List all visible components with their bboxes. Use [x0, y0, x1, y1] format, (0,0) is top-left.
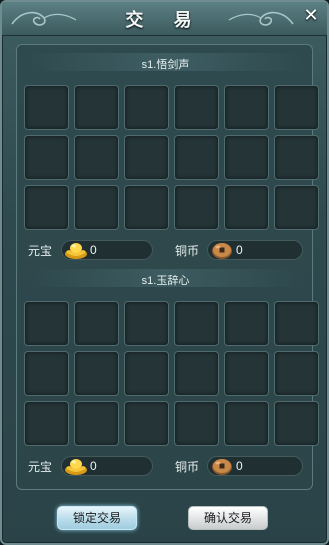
player2-copper-value: 0	[236, 459, 243, 473]
item-slot[interactable]	[224, 301, 269, 346]
item-slot[interactable]	[24, 135, 69, 180]
confirm-trade-button[interactable]: 确认交易	[188, 506, 268, 530]
player2-currency-row: 元宝 0 铜币 0	[17, 455, 314, 477]
item-slot[interactable]	[224, 135, 269, 180]
item-slot[interactable]	[74, 185, 119, 230]
item-slot[interactable]	[74, 351, 119, 396]
item-slot[interactable]	[124, 301, 169, 346]
player1-name: s1.悟剑声	[141, 59, 190, 71]
item-slot[interactable]	[74, 301, 119, 346]
yuanbao-ingot-icon	[65, 243, 87, 259]
item-slot[interactable]	[74, 401, 119, 446]
item-slot[interactable]	[24, 185, 69, 230]
gold-label: 元宝	[28, 460, 53, 474]
item-slot[interactable]	[124, 401, 169, 446]
copper-label: 铜币	[175, 460, 200, 474]
player1-item-grid	[24, 85, 319, 233]
item-slot[interactable]	[274, 185, 319, 230]
player1-gold-value: 0	[90, 243, 97, 257]
item-slot[interactable]	[74, 135, 119, 180]
copper-coin-icon	[212, 459, 232, 475]
item-slot[interactable]	[274, 401, 319, 446]
title-bar[interactable]: 交 易 ✕	[2, 2, 327, 36]
item-slot[interactable]	[224, 351, 269, 396]
item-slot[interactable]	[24, 301, 69, 346]
item-slot[interactable]	[74, 85, 119, 130]
copper-label: 铜币	[175, 244, 200, 258]
copper-coin-icon	[212, 243, 232, 259]
item-slot[interactable]	[224, 185, 269, 230]
item-slot[interactable]	[274, 351, 319, 396]
player1-gold-field[interactable]: 0	[61, 240, 153, 260]
player2-name: s1.玉辞心	[141, 275, 190, 287]
gold-label: 元宝	[28, 244, 53, 258]
item-slot[interactable]	[24, 85, 69, 130]
lock-trade-button[interactable]: 锁定交易	[57, 506, 137, 530]
player2-item-grid	[24, 301, 319, 449]
player2-gold-value: 0	[90, 459, 97, 473]
player2-gold-field[interactable]: 0	[61, 456, 153, 476]
item-slot[interactable]	[224, 85, 269, 130]
item-slot[interactable]	[124, 185, 169, 230]
item-slot[interactable]	[174, 135, 219, 180]
item-slot[interactable]	[124, 351, 169, 396]
player1-currency-row: 元宝 0 铜币 0	[17, 239, 314, 261]
item-slot[interactable]	[174, 185, 219, 230]
player1-copper-value: 0	[236, 243, 243, 257]
close-icon[interactable]: ✕	[301, 6, 321, 26]
window-title: 交 易	[125, 10, 204, 31]
item-slot[interactable]	[174, 301, 219, 346]
item-slot[interactable]	[274, 135, 319, 180]
trade-window: 交 易 ✕ s1.悟剑声 元宝 0 铜币 0 s1.玉辞心 元宝 0 铜币 0 …	[0, 0, 329, 545]
item-slot[interactable]	[174, 85, 219, 130]
yuanbao-ingot-icon	[65, 459, 87, 475]
item-slot[interactable]	[24, 351, 69, 396]
player2-copper-field[interactable]: 0	[207, 456, 303, 476]
item-slot[interactable]	[124, 135, 169, 180]
item-slot[interactable]	[274, 301, 319, 346]
item-slot[interactable]	[24, 401, 69, 446]
item-slot[interactable]	[174, 401, 219, 446]
item-slot[interactable]	[124, 85, 169, 130]
trade-panel: s1.悟剑声 元宝 0 铜币 0 s1.玉辞心 元宝 0 铜币 0	[16, 44, 319, 490]
player1-copper-field[interactable]: 0	[207, 240, 303, 260]
item-slot[interactable]	[174, 351, 219, 396]
item-slot[interactable]	[274, 85, 319, 130]
item-slot[interactable]	[224, 401, 269, 446]
